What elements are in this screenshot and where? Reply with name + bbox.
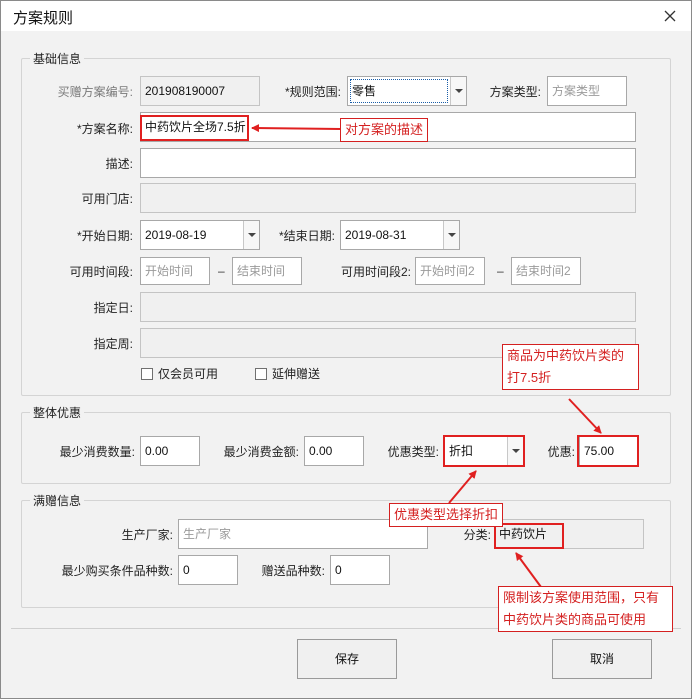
rule-scope-label: *规则范围:: [284, 85, 341, 99]
rule-dialog: 方案规则 基础信息 买赠方案编号: 201908190007 *规则范围: 零售…: [0, 0, 692, 699]
member-only-label[interactable]: 仅会员可用: [158, 367, 218, 381]
time1-start-input[interactable]: 开始时间: [140, 257, 210, 285]
desc-input[interactable]: [140, 148, 636, 178]
category-note: 限制该方案使用范围，只有 中药饮片类的商品可使用: [498, 586, 673, 632]
plan-name-label: *方案名称:: [76, 122, 133, 136]
discount-label: 优惠:: [547, 445, 575, 459]
title-bar: 方案规则: [1, 1, 691, 31]
min-kinds-label: 最少购买条件品种数:: [61, 564, 173, 578]
time1-dash: –: [218, 264, 225, 278]
end-date-picker[interactable]: 2019-08-31: [340, 220, 460, 250]
discount-note: 商品为中药饮片类的 打7.5折: [502, 344, 639, 390]
extend-gift-checkbox[interactable]: [255, 368, 267, 380]
min-amount-input[interactable]: 0.00: [304, 436, 364, 466]
time2-start-input[interactable]: 开始时间2: [415, 257, 485, 285]
category-field[interactable]: 中药饮片: [494, 519, 644, 549]
min-amount-label: 最少消费金额:: [223, 445, 299, 459]
min-qty-input[interactable]: 0.00: [140, 436, 200, 466]
min-qty-label: 最少消费数量:: [59, 445, 135, 459]
discount-type-note: 优惠类型选择折扣: [389, 503, 504, 527]
buy-gift-no-field: 201908190007: [140, 76, 260, 106]
discount-type-select[interactable]: 折扣: [444, 436, 524, 466]
extend-gift-label[interactable]: 延伸赠送: [272, 367, 320, 381]
time2-end-input[interactable]: 结束时间2: [511, 257, 581, 285]
stores-label: 可用门店:: [81, 192, 133, 206]
stores-field[interactable]: [140, 183, 636, 213]
plan-name-note: 对方案的描述: [340, 118, 429, 142]
chevron-down-icon[interactable]: [243, 221, 259, 249]
manufacturer-label: 生产厂家:: [121, 528, 173, 542]
start-date-label: *开始日期:: [76, 229, 133, 243]
discount-type-label: 优惠类型:: [387, 445, 439, 459]
plan-type-input[interactable]: 方案类型: [547, 76, 627, 106]
focus-outline: [350, 79, 448, 103]
close-icon[interactable]: [659, 5, 681, 27]
window-title: 方案规则: [13, 10, 74, 27]
chevron-down-icon[interactable]: [507, 437, 523, 465]
start-date-picker[interactable]: 2019-08-19: [140, 220, 260, 250]
desc-label: 描述:: [105, 157, 133, 171]
day-field[interactable]: [140, 292, 636, 322]
gift-kinds-label: 赠送品种数:: [261, 564, 325, 578]
save-button[interactable]: 保存: [297, 639, 397, 679]
end-date-label: *结束日期:: [278, 229, 335, 243]
week-label: 指定周:: [93, 337, 133, 351]
time1-end-input[interactable]: 结束时间: [232, 257, 302, 285]
min-kinds-input[interactable]: 0: [178, 555, 238, 585]
cancel-button[interactable]: 取消: [552, 639, 652, 679]
overall-discount-legend: 整体优惠: [33, 406, 82, 420]
rule-scope-select[interactable]: 零售: [347, 76, 467, 106]
basic-info-legend: 基础信息: [33, 52, 82, 66]
time2-label: 可用时间段2:: [340, 265, 411, 279]
gift-info-legend: 满赠信息: [33, 494, 82, 508]
member-only-checkbox[interactable]: [141, 368, 153, 380]
plan-type-label: 方案类型:: [489, 85, 541, 99]
discount-input[interactable]: 75.00: [579, 436, 639, 466]
buy-gift-no-label: 买赠方案编号:: [57, 85, 133, 99]
chevron-down-icon[interactable]: [443, 221, 459, 249]
gift-kinds-input[interactable]: 0: [330, 555, 390, 585]
category-label: 分类:: [463, 528, 491, 542]
time2-dash: –: [497, 264, 504, 278]
time1-label: 可用时间段:: [69, 265, 133, 279]
day-label: 指定日:: [93, 301, 133, 315]
chevron-down-icon[interactable]: [450, 77, 466, 105]
